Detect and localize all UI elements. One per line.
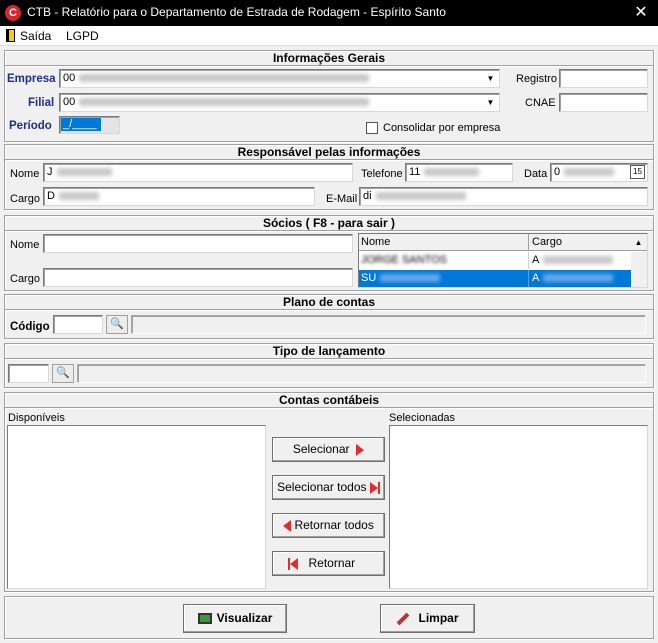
- table-cell-cargo: A: [530, 270, 631, 287]
- disponiveis-label: Disponíveis: [8, 412, 65, 424]
- disponiveis-list[interactable]: [7, 425, 266, 589]
- app-logo-icon: C: [5, 5, 21, 21]
- panel-title: Contas contábeis: [5, 393, 653, 408]
- periodo-field[interactable]: _/____: [59, 116, 120, 134]
- chevron-down-icon[interactable]: ▼: [483, 71, 498, 86]
- chevron-down-icon[interactable]: ▼: [483, 95, 498, 110]
- selecionar-button[interactable]: Selecionar: [272, 437, 385, 462]
- telefone-field[interactable]: 11: [405, 163, 513, 182]
- periodo-label: Período: [9, 120, 52, 132]
- registro-field[interactable]: [559, 69, 648, 88]
- close-icon[interactable]: ✕: [630, 2, 652, 24]
- cargo-label: Cargo: [10, 193, 40, 205]
- arrow-left-icon: [283, 519, 292, 532]
- title-bar: C CTB - Relatório para o Departamento de…: [0, 0, 658, 26]
- retornar-todos-button[interactable]: Retornar todos: [272, 513, 385, 538]
- scroll-up-icon[interactable]: ▲: [631, 235, 646, 250]
- grid-header-cargo[interactable]: Cargo: [530, 234, 630, 251]
- panel-footer: [4, 596, 654, 639]
- cnae-field[interactable]: [559, 93, 648, 112]
- scrollbar[interactable]: [631, 252, 647, 287]
- telefone-label: Telefone: [361, 168, 403, 180]
- tipo-descricao-field: [77, 364, 646, 383]
- data-field[interactable]: 0 15: [550, 163, 648, 182]
- tipo-codigo-field[interactable]: [8, 364, 49, 383]
- grid-header-nome[interactable]: Nome: [359, 234, 529, 251]
- binoculars-search-icon[interactable]: 🔍: [106, 315, 128, 334]
- email-label: E-Mail: [326, 193, 358, 205]
- periodo-value: _/____: [61, 118, 101, 131]
- socio-nome-label: Nome: [10, 239, 40, 251]
- table-row-selected[interactable]: SU A: [359, 270, 631, 287]
- selecionadas-list[interactable]: [389, 425, 648, 589]
- calendar-icon[interactable]: 15: [630, 165, 645, 179]
- limpar-button[interactable]: Limpar: [380, 604, 475, 633]
- data-label: Data: [524, 168, 548, 180]
- email-field[interactable]: di: [359, 187, 648, 206]
- empresa-select[interactable]: 00 ▼: [59, 69, 500, 88]
- responsavel-cargo-field[interactable]: D: [43, 187, 315, 206]
- menu-item-lgpd[interactable]: LGPD: [66, 29, 99, 43]
- menu-bar: Saída LGPD: [0, 26, 658, 46]
- table-cell-cargo: A: [530, 252, 631, 269]
- filial-select[interactable]: 00 ▼: [59, 93, 500, 112]
- plano-codigo-field[interactable]: [53, 315, 103, 334]
- window-title: CTB - Relatório para o Departamento de E…: [27, 5, 446, 19]
- panel-title: Informações Gerais: [5, 51, 653, 66]
- table-cell-nome: JORGE SANTOS: [359, 252, 529, 269]
- registro-label: Registro: [516, 73, 557, 85]
- responsavel-nome-field[interactable]: J: [43, 163, 353, 182]
- nome-label: Nome: [10, 168, 40, 180]
- panel-title: Sócios ( F8 - para sair ): [5, 216, 653, 231]
- grid-header: Nome Cargo ▲: [359, 234, 647, 251]
- arrow-right-end-icon: [369, 481, 378, 494]
- consolidar-checkbox[interactable]: [366, 122, 378, 134]
- eraser-icon: [397, 612, 410, 626]
- panel-title: Tipo de lançamento: [5, 344, 653, 359]
- selecionar-todos-button[interactable]: Selecionar todos: [272, 475, 385, 500]
- table-cell-nome: SU: [359, 270, 529, 287]
- filial-label: Filial: [28, 97, 55, 109]
- plano-descricao-field: [131, 315, 646, 334]
- codigo-label: Código: [10, 321, 50, 333]
- visualizar-button[interactable]: Visualizar: [183, 604, 287, 633]
- monitor-icon: [197, 613, 212, 625]
- binoculars-search-icon[interactable]: 🔍: [52, 364, 74, 383]
- socio-cargo-field[interactable]: [43, 268, 353, 287]
- arrow-left-end-icon: [290, 557, 299, 570]
- socios-grid[interactable]: Nome Cargo ▲ JORGE SANTOS A SU A: [358, 233, 648, 288]
- exit-door-icon[interactable]: [6, 29, 15, 42]
- arrow-right-icon: [356, 443, 365, 456]
- empresa-label: Empresa: [7, 73, 56, 85]
- panel-title: Responsável pelas informações: [5, 145, 653, 160]
- socio-cargo-label: Cargo: [10, 273, 40, 285]
- retornar-button[interactable]: Retornar: [272, 551, 385, 576]
- panel-title: Plano de contas: [5, 295, 653, 310]
- menu-item-saida[interactable]: Saída: [20, 29, 51, 43]
- consolidar-label: Consolidar por empresa: [383, 122, 501, 134]
- cnae-label: CNAE: [525, 97, 556, 109]
- selecionadas-label: Selecionadas: [389, 412, 456, 424]
- table-row[interactable]: JORGE SANTOS A: [359, 252, 631, 269]
- socio-nome-field[interactable]: [43, 234, 353, 253]
